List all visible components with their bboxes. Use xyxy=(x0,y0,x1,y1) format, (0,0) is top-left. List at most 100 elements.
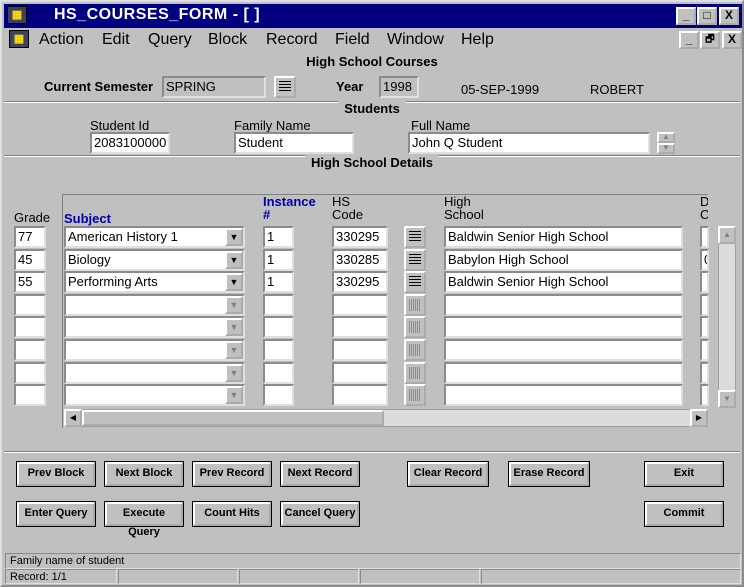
high-school-field[interactable] xyxy=(444,316,683,338)
hs-code-field[interactable]: 330295 xyxy=(332,226,388,248)
hs-code-lov-button[interactable] xyxy=(404,316,426,338)
hs-code-lov-button[interactable] xyxy=(404,384,426,406)
menu-edit[interactable]: Edit xyxy=(102,31,130,49)
hs-code-lov-button[interactable] xyxy=(404,271,426,293)
grade-field[interactable]: 77 xyxy=(14,226,46,248)
erase-record-button[interactable]: Erase Record xyxy=(508,461,590,487)
dropdown-arrow-icon[interactable]: ▼ xyxy=(225,296,243,314)
high-school-field[interactable] xyxy=(444,362,683,384)
instance-field[interactable]: 1 xyxy=(263,226,294,248)
hs-code-lov-button[interactable] xyxy=(404,294,426,316)
next-block-button[interactable]: Next Block xyxy=(104,461,184,487)
cancel-query-button[interactable]: Cancel Query xyxy=(280,501,360,527)
d-field[interactable] xyxy=(700,271,709,293)
grade-field[interactable] xyxy=(14,316,46,338)
app-icon[interactable]: ▦ xyxy=(7,6,27,24)
d-field[interactable] xyxy=(700,362,709,384)
students-scroll-down[interactable]: ▼ xyxy=(657,143,675,154)
high-school-field[interactable] xyxy=(444,384,683,406)
high-school-field[interactable]: Babylon High School xyxy=(444,249,683,271)
dropdown-arrow-icon[interactable]: ▼ xyxy=(225,364,243,382)
current-semester-field[interactable]: SPRING xyxy=(162,76,266,98)
subject-field[interactable]: ▼ xyxy=(64,339,245,361)
instance-field[interactable]: 1 xyxy=(263,249,294,271)
hs-code-lov-button[interactable] xyxy=(404,226,426,248)
document-icon[interactable]: ▦ xyxy=(9,30,29,48)
instance-field[interactable] xyxy=(263,384,294,406)
hs-code-field[interactable] xyxy=(332,362,388,384)
subject-field[interactable]: Biology ▼ xyxy=(64,249,245,271)
scroll-up-icon[interactable]: ▲ xyxy=(718,226,736,244)
grade-field[interactable] xyxy=(14,294,46,316)
grade-field[interactable] xyxy=(14,384,46,406)
menu-query[interactable]: Query xyxy=(148,31,192,49)
mdi-restore-button[interactable]: 🗗 xyxy=(700,31,720,49)
count-hits-button[interactable]: Count Hits xyxy=(192,501,272,527)
family-name-field[interactable]: Student xyxy=(234,132,354,154)
high-school-field[interactable] xyxy=(444,294,683,316)
menu-action[interactable]: Action xyxy=(39,31,83,49)
hs-code-field[interactable] xyxy=(332,339,388,361)
menu-block[interactable]: Block xyxy=(208,31,247,49)
next-record-button[interactable]: Next Record xyxy=(280,461,360,487)
dropdown-arrow-icon[interactable]: ▼ xyxy=(225,318,243,336)
subject-field[interactable]: ▼ xyxy=(64,316,245,338)
year-field[interactable]: 1998 xyxy=(379,76,419,98)
commit-button[interactable]: Commit xyxy=(644,501,724,527)
horizontal-scroll-thumb[interactable] xyxy=(82,410,384,426)
execute-query-button[interactable]: Execute Query xyxy=(104,501,184,538)
d-field[interactable] xyxy=(700,316,709,338)
instance-field[interactable] xyxy=(263,362,294,384)
prev-block-button[interactable]: Prev Block xyxy=(16,461,96,487)
mdi-close-button[interactable]: X xyxy=(722,31,742,49)
menu-help[interactable]: Help xyxy=(461,31,494,49)
subject-field[interactable]: Performing Arts ▼ xyxy=(64,271,245,293)
hs-code-lov-button[interactable] xyxy=(404,362,426,384)
d-field[interactable] xyxy=(700,339,709,361)
hs-code-field[interactable] xyxy=(332,384,388,406)
scroll-right-icon[interactable]: ▶ xyxy=(690,409,708,427)
hs-code-field[interactable]: 330285 xyxy=(332,249,388,271)
d-field[interactable] xyxy=(700,226,709,248)
close-button[interactable]: X xyxy=(719,7,739,25)
dropdown-arrow-icon[interactable]: ▼ xyxy=(225,228,243,246)
mdi-minimize-button[interactable]: _ xyxy=(679,31,699,49)
instance-field[interactable] xyxy=(263,316,294,338)
subject-field[interactable]: American History 1 ▼ xyxy=(64,226,245,248)
menu-window[interactable]: Window xyxy=(387,31,444,49)
students-scroll-up[interactable]: ▲ xyxy=(657,132,675,143)
dropdown-arrow-icon[interactable]: ▼ xyxy=(225,273,243,291)
hs-code-field[interactable] xyxy=(332,316,388,338)
semester-lov-button[interactable] xyxy=(274,76,296,98)
subject-field[interactable]: ▼ xyxy=(64,294,245,316)
student-id-field[interactable]: 2083100000 xyxy=(90,132,170,154)
scroll-down-icon[interactable]: ▼ xyxy=(718,390,736,408)
dropdown-arrow-icon[interactable]: ▼ xyxy=(225,386,243,404)
menu-field[interactable]: Field xyxy=(335,31,370,49)
exit-button[interactable]: Exit xyxy=(644,461,724,487)
high-school-field[interactable]: Baldwin Senior High School xyxy=(444,271,683,293)
enter-query-button[interactable]: Enter Query xyxy=(16,501,96,527)
vertical-scrollbar[interactable] xyxy=(718,226,736,408)
prev-record-button[interactable]: Prev Record xyxy=(192,461,272,487)
subject-field[interactable]: ▼ xyxy=(64,384,245,406)
d-field[interactable] xyxy=(700,294,709,316)
title-bar[interactable]: ▦ HS_COURSES_FORM - [ ] _ □ X xyxy=(4,4,742,28)
grade-field[interactable] xyxy=(14,339,46,361)
maximize-button[interactable]: □ xyxy=(697,7,717,25)
instance-field[interactable] xyxy=(263,294,294,316)
dropdown-arrow-icon[interactable]: ▼ xyxy=(225,341,243,359)
minimize-button[interactable]: _ xyxy=(676,7,696,25)
high-school-field[interactable]: Baldwin Senior High School xyxy=(444,226,683,248)
full-name-field[interactable]: John Q Student xyxy=(408,132,650,154)
grade-field[interactable]: 55 xyxy=(14,271,46,293)
hs-code-field[interactable] xyxy=(332,294,388,316)
high-school-field[interactable] xyxy=(444,339,683,361)
hs-code-field[interactable]: 330295 xyxy=(332,271,388,293)
instance-field[interactable]: 1 xyxy=(263,271,294,293)
dropdown-arrow-icon[interactable]: ▼ xyxy=(225,251,243,269)
hs-code-lov-button[interactable] xyxy=(404,339,426,361)
d-field[interactable]: 0 xyxy=(700,249,709,271)
subject-field[interactable]: ▼ xyxy=(64,362,245,384)
grade-field[interactable]: 45 xyxy=(14,249,46,271)
